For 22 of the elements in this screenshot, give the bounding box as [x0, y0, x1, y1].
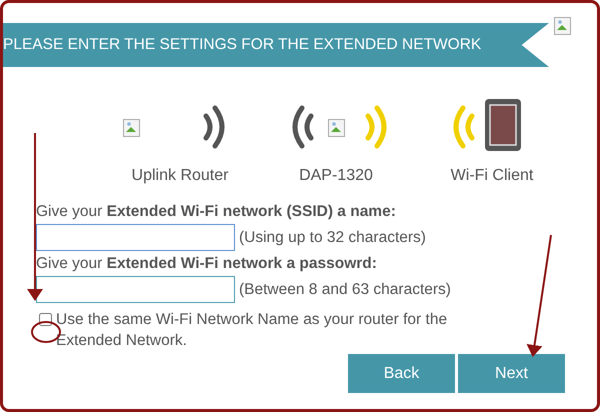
device-label: Uplink Router	[132, 167, 228, 185]
field-hint: (Between 8 and 63 characters)	[239, 280, 451, 298]
tablet-icon	[485, 99, 521, 151]
next-button[interactable]: Next	[458, 354, 565, 393]
banner-title: PLEASE ENTER THE SETTINGS FOR THE EXTENDED NETWORK	[3, 36, 482, 54]
back-button[interactable]: Back	[348, 354, 455, 393]
password-field[interactable]	[36, 276, 235, 303]
wifi-waves-icon	[204, 106, 224, 148]
wifi-waves-icon	[366, 106, 386, 148]
wifi-waves-icon	[292, 106, 314, 148]
device-label: Wi-Fi Client	[450, 167, 534, 185]
checkbox-label: Use the same Wi-Fi Network Name as your router for the Extended Network.	[56, 310, 448, 351]
broken-image-icon	[328, 119, 345, 137]
broken-image-icon	[123, 119, 140, 137]
ssid-field[interactable]	[36, 224, 235, 251]
same-name-checkbox[interactable]	[39, 313, 52, 326]
broken-image-icon	[554, 17, 571, 35]
field-label: Give your Extended Wi-Fi network a passowrd:	[36, 255, 378, 273]
field-label: Give your Extended Wi-Fi network (SSID) a name:	[36, 203, 397, 221]
field-hint: (Using up to 32 characters)	[239, 228, 426, 246]
wifi-waves-icon	[454, 106, 474, 148]
device-label: DAP-1320	[299, 167, 373, 185]
